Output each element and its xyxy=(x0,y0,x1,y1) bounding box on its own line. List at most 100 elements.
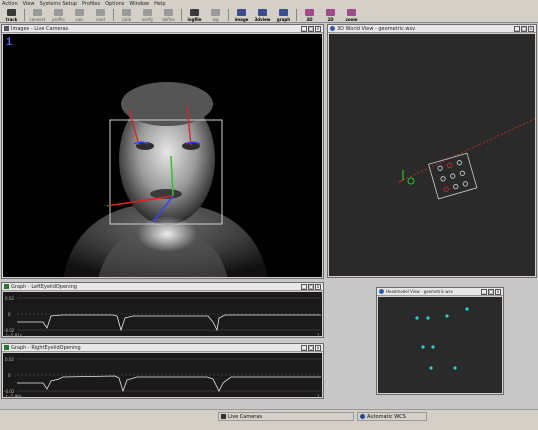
minimize-button[interactable]: _ xyxy=(481,289,487,295)
close-button[interactable]: x xyxy=(315,26,321,32)
maximize-button[interactable]: □ xyxy=(488,289,494,295)
toolbar-button-label: verify xyxy=(141,17,154,22)
graph-left-scale: 1 xyxy=(317,333,320,338)
toolbar-button-label: 3D xyxy=(306,17,313,22)
maximize-button[interactable]: □ xyxy=(308,284,314,290)
close-button[interactable]: x xyxy=(495,289,501,295)
camera-index-label: 1 xyxy=(6,36,13,48)
eye-icon xyxy=(7,9,16,16)
toolbar-button-label: logfile xyxy=(187,17,202,22)
world-origin-marker xyxy=(407,177,415,185)
graph-icon xyxy=(4,345,9,350)
headmodel-titlebar[interactable]: Headmodel View - geometric.wsv _ □ x xyxy=(377,288,503,296)
toolbar-button-verify[interactable]: verify xyxy=(138,7,157,22)
toolbar-button-label: calib xyxy=(121,17,132,22)
head-model-box xyxy=(428,152,478,200)
calib-icon xyxy=(122,9,131,16)
headmodel-view-window: Headmodel View - geometric.wsv _ □ x xyxy=(376,287,504,395)
minimize-button[interactable]: _ xyxy=(301,284,307,290)
headmodel-point xyxy=(453,366,457,370)
camera-icon xyxy=(221,414,226,419)
minimize-button[interactable]: _ xyxy=(514,26,520,32)
maximize-button[interactable]: □ xyxy=(521,26,527,32)
toolbar-button-define[interactable]: define xyxy=(159,7,178,22)
toolbar-button-label: load xyxy=(96,17,105,22)
headmodel-point xyxy=(429,366,433,370)
graph-right-plot[interactable]: 0.02 0 -0.02 t=5.99s 1 xyxy=(3,353,322,399)
graph-left-eyelid-window: Graph - LeftEyelidOpening _ □ x 0.02 0 -… xyxy=(1,282,324,338)
graph-right-titlebar[interactable]: Graph - RightEyelidOpening _ □ x xyxy=(2,344,323,352)
verify-icon xyxy=(143,9,152,16)
graph-right-ymid: 0 xyxy=(8,373,11,378)
toolbar-button-label: 2D xyxy=(327,17,334,22)
load-icon xyxy=(96,9,105,16)
connect-icon xyxy=(33,9,42,16)
toolbar-button-calc[interactable]: calc xyxy=(70,7,89,22)
toolbar-separator xyxy=(228,9,229,21)
toolbar-separator xyxy=(24,9,25,21)
graph-left-plot[interactable]: 0.02 0 -0.02 t=5.81s 1 xyxy=(3,292,322,338)
world-view-canvas[interactable] xyxy=(329,34,535,276)
maximize-button[interactable]: □ xyxy=(308,26,314,32)
toolbar-button-3d[interactable]: 3D xyxy=(300,7,319,22)
close-button[interactable]: x xyxy=(315,284,321,290)
headmodel-point xyxy=(421,345,425,349)
toolbar-button-label: graph xyxy=(276,17,291,22)
log-icon xyxy=(211,9,220,16)
right-eyelid-signal xyxy=(17,375,321,393)
world-view-icon xyxy=(330,26,335,31)
minimize-button[interactable]: _ xyxy=(301,26,307,32)
graph-left-title: Graph - LeftEyelidOpening xyxy=(11,283,77,290)
toolbar-button-logfile[interactable]: logfile xyxy=(185,7,204,22)
toolbar-button-calib[interactable]: calib xyxy=(117,7,136,22)
toolbar-button-profile[interactable]: profile xyxy=(49,7,68,22)
3d-icon xyxy=(305,9,314,16)
toolbar-separator xyxy=(181,9,182,21)
graph-right-svg: 0.02 0 -0.02 t=5.99s 1 xyxy=(4,357,321,399)
graph-icon xyxy=(4,284,9,289)
toolbar-button-label: log xyxy=(212,17,219,22)
close-button[interactable]: x xyxy=(528,26,534,32)
headmodel-title: Headmodel View - geometric.wsv xyxy=(386,289,453,294)
graph-left-ymid: 0 xyxy=(8,312,11,317)
status-source: Live Cameras xyxy=(218,412,354,421)
toolbar-button-label: 3dview xyxy=(254,17,271,22)
toolbar-button-label: zoom xyxy=(345,17,358,22)
toolbar-button-track[interactable]: track xyxy=(2,7,21,22)
graph-left-svg: 0.02 0 -0.02 t=5.81s 1 xyxy=(4,296,321,338)
globe-icon xyxy=(360,414,365,419)
images-window-titlebar[interactable]: Images - Live Cameras _ □ x xyxy=(2,25,323,33)
toolbar-button-zoom[interactable]: zoom xyxy=(342,7,361,22)
toolbar-button-load[interactable]: load xyxy=(91,7,110,22)
status-source-label: Live Cameras xyxy=(228,413,263,420)
profile-icon xyxy=(54,9,63,16)
maximize-button[interactable]: □ xyxy=(308,345,314,351)
headmodel-point xyxy=(431,345,435,349)
toolbar-button-log[interactable]: log xyxy=(206,7,225,22)
camera-view[interactable]: 1 xyxy=(3,34,322,277)
close-button[interactable]: x xyxy=(315,345,321,351)
toolbar-button-2d[interactable]: 2D xyxy=(321,7,340,22)
toolbar-button-image[interactable]: image xyxy=(232,7,251,22)
minimize-button[interactable]: _ xyxy=(301,345,307,351)
toolbar-button-connect[interactable]: connect xyxy=(28,7,47,22)
graph-right-scale: 1 xyxy=(317,394,320,399)
world-view-titlebar[interactable]: 3D World View - geometric.wsv _ □ x xyxy=(328,25,536,33)
zoom-icon xyxy=(347,9,356,16)
world-view-window: 3D World View - geometric.wsv _ □ x xyxy=(327,24,537,278)
graph-right-title: Graph - RightEyelidOpening xyxy=(11,344,81,351)
toolbar-button-label: calc xyxy=(75,17,84,22)
toolbar-button-3dview[interactable]: 3dview xyxy=(253,7,272,22)
status-wcs: Automatic WCS xyxy=(357,412,427,421)
left-eyelid-signal xyxy=(17,314,321,332)
calc-icon xyxy=(75,9,84,16)
graph-left-titlebar[interactable]: Graph - LeftEyelidOpening _ □ x xyxy=(2,283,323,291)
toolbar-button-graph[interactable]: graph xyxy=(274,7,293,22)
gaze-ray xyxy=(402,118,535,181)
3dview-icon xyxy=(258,9,267,16)
status-bar: Live Cameras Automatic WCS xyxy=(0,409,538,430)
toolbar-button-label: define xyxy=(162,17,175,22)
headmodel-canvas[interactable] xyxy=(378,297,502,393)
graph-right-time: t=5.99s xyxy=(6,394,22,399)
toolbar-button-label: connect xyxy=(29,17,46,22)
